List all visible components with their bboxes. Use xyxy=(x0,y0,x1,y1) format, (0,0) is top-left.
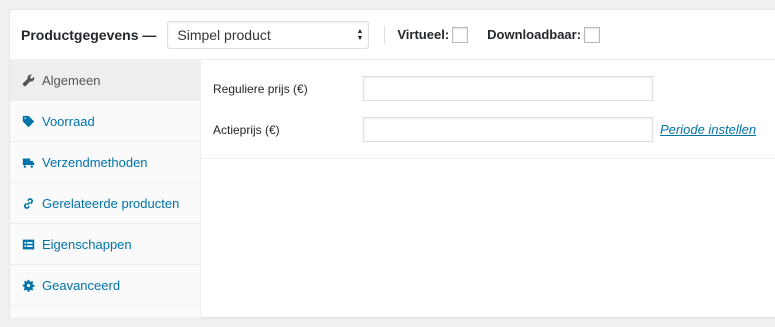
downloadable-label: Downloadbaar: xyxy=(487,27,582,42)
general-tab-panel: Reguliere prijs (€) Actieprijs (€) Perio… xyxy=(201,60,775,318)
product-type-value: Simpel product xyxy=(177,26,271,43)
product-type-select[interactable]: Simpel product ▲ ▼ xyxy=(167,20,370,49)
regular-price-row: Reguliere prijs (€) xyxy=(201,76,775,101)
tab-attributes[interactable]: Eigenschappen xyxy=(10,224,200,265)
virtual-checkbox[interactable] xyxy=(452,26,469,43)
tab-general[interactable]: Algemeen xyxy=(10,60,200,101)
tab-shipping[interactable]: Verzendmethoden xyxy=(10,142,200,183)
virtual-label: Virtueel: xyxy=(397,27,450,42)
select-arrows-icon: ▲ ▼ xyxy=(356,27,364,42)
regular-price-label: Reguliere prijs (€) xyxy=(213,81,308,96)
tab-label: Voorraad xyxy=(42,113,95,129)
tab-label: Verzendmethoden xyxy=(42,154,148,170)
tab-label: Gerelateerde producten xyxy=(42,195,180,211)
tab-label: Geavanceerd xyxy=(42,277,121,293)
tab-advanced[interactable]: Geavanceerd xyxy=(10,265,200,306)
tab-label: Algemeen xyxy=(42,72,101,88)
sale-price-label: Actieprijs (€) xyxy=(213,122,280,137)
downloadable-option[interactable]: Downloadbaar: xyxy=(487,26,601,43)
link-icon xyxy=(21,196,35,210)
tab-label: Eigenschappen xyxy=(42,236,132,252)
tab-linked-products[interactable]: Gerelateerde producten xyxy=(10,183,200,224)
list-icon xyxy=(21,237,35,251)
header-divider xyxy=(384,26,386,43)
pricing-fields: Reguliere prijs (€) Actieprijs (€) Perio… xyxy=(201,60,775,159)
sale-price-row: Actieprijs (€) Periode instellen xyxy=(201,117,775,142)
product-data-header: Productgegevens — Simpel product ▲ ▼ Virt… xyxy=(10,10,775,60)
regular-price-input[interactable] xyxy=(363,76,653,101)
product-data-panel: Productgegevens — Simpel product ▲ ▼ Virt… xyxy=(9,9,775,318)
wrench-icon xyxy=(21,73,35,87)
product-data-tabs: Algemeen Voorraad Verzendmethoden Gerela… xyxy=(10,60,201,318)
virtual-option[interactable]: Virtueel: xyxy=(397,26,469,43)
product-data-body: Algemeen Voorraad Verzendmethoden Gerela… xyxy=(10,60,775,318)
tab-inventory[interactable]: Voorraad xyxy=(10,101,200,142)
tag-icon xyxy=(21,114,35,128)
schedule-sale-link[interactable]: Periode instellen xyxy=(660,122,756,137)
panel-title: Productgegevens — xyxy=(21,26,157,43)
gear-icon xyxy=(21,278,35,292)
sale-price-input[interactable] xyxy=(363,117,653,142)
downloadable-checkbox[interactable] xyxy=(584,26,601,43)
truck-icon xyxy=(21,155,35,169)
